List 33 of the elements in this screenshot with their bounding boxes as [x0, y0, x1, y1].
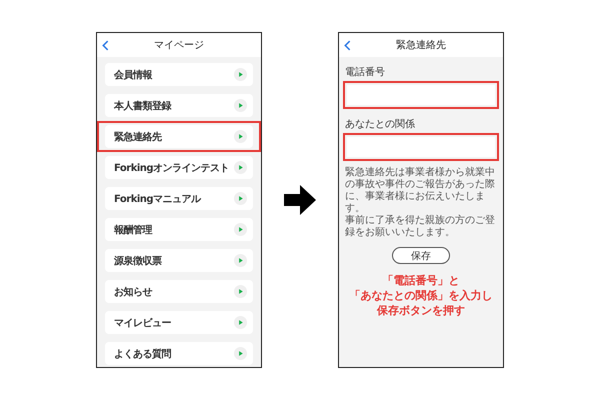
play-icon: [234, 285, 247, 298]
save-button[interactable]: 保存: [392, 247, 450, 264]
arrow-icon: [284, 185, 316, 215]
screen-title: 緊急連絡先: [396, 38, 446, 52]
back-icon[interactable]: [102, 40, 109, 51]
menu-item[interactable]: 報酬管理: [105, 218, 253, 241]
menu-item[interactable]: 本人書類登録: [105, 94, 253, 117]
play-icon: [234, 223, 247, 236]
play-icon: [234, 130, 247, 143]
menu-item[interactable]: よくある質問: [105, 342, 253, 365]
menu-item[interactable]: Forkingマニュアル: [105, 187, 253, 210]
play-icon: [234, 99, 247, 112]
menu-item[interactable]: 源泉徴収票: [105, 249, 253, 272]
instruction-text: 「電話番号」と: [382, 274, 460, 289]
field-label: あなたとの関係: [345, 118, 416, 131]
menu-item[interactable]: 会員情報: [105, 63, 253, 86]
instruction-text: 「あなたとの関係」を入力し: [350, 288, 492, 304]
instruction-text: 保存ボタンを押す: [377, 304, 465, 319]
note-text: 緊急連絡先は事業者様から就業中の事故や事件のご報告があった際に、事業者様にお伝えいたします。: [345, 167, 496, 214]
play-icon: [234, 68, 247, 81]
menu-item[interactable]: マイレビュー: [105, 311, 253, 334]
field-label: 電話番号: [345, 66, 386, 79]
play-icon: [234, 316, 247, 329]
play-icon: [234, 192, 247, 205]
play-icon: [234, 254, 247, 267]
back-icon[interactable]: [344, 40, 351, 51]
menu-item[interactable]: Forkingオンラインテスト: [105, 156, 253, 179]
menu-item[interactable]: 緊急連絡先: [105, 125, 253, 148]
note-text: 事前に了承を得た親族の方のご登録をお願いいたします。: [345, 215, 496, 239]
menu-item[interactable]: お知らせ: [105, 280, 253, 303]
play-icon: [234, 347, 247, 360]
screen-title: マイページ: [154, 39, 204, 52]
play-icon: [234, 161, 247, 174]
